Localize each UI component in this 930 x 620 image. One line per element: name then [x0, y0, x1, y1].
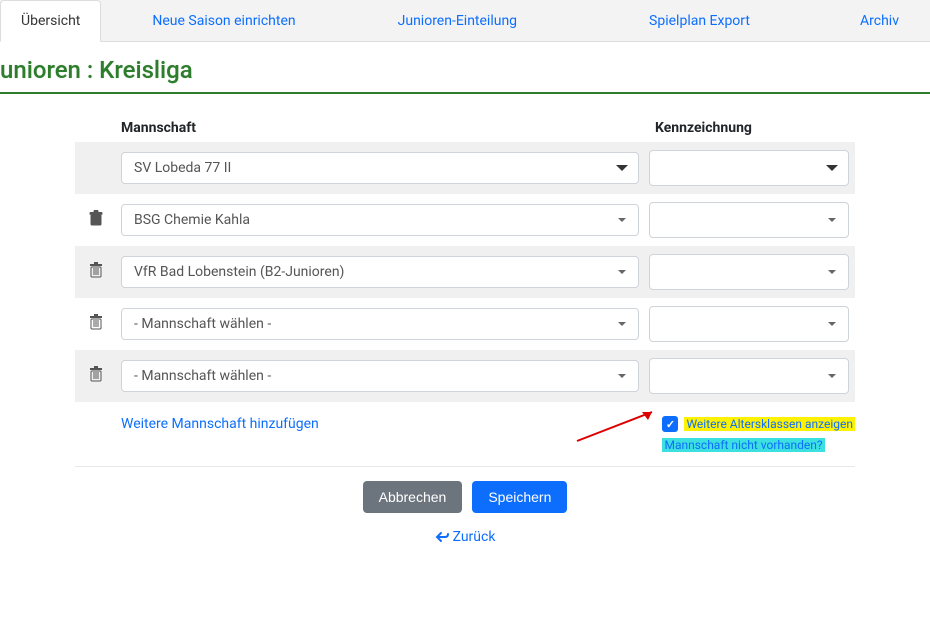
- tab-bar: Übersicht Neue Saison einrichten Juniore…: [0, 0, 930, 42]
- save-button[interactable]: Speichern: [472, 481, 567, 513]
- add-team-link[interactable]: Weitere Mannschaft hinzufügen: [121, 416, 319, 452]
- team-select[interactable]: SV Lobeda 77 II: [121, 152, 639, 184]
- team-select[interactable]: VfR Bad Lobenstein (B2-Junioren): [121, 256, 639, 288]
- kenn-select[interactable]: [649, 306, 849, 342]
- kenn-select[interactable]: [649, 254, 849, 290]
- cancel-button[interactable]: Abbrechen: [363, 481, 463, 513]
- add-team-row: Weitere Mannschaft hinzufügen ✓ Weitere …: [75, 402, 855, 467]
- show-ageclasses-label: Weitere Altersklassen anzeigen: [684, 417, 855, 431]
- table-row: BSG Chemie Kahla: [75, 194, 855, 246]
- table-row: SV Lobeda 77 II: [75, 142, 855, 194]
- back-label: Zurück: [453, 529, 496, 545]
- back-icon: [435, 531, 449, 543]
- tab-overview[interactable]: Übersicht: [0, 0, 101, 42]
- kenn-select[interactable]: [649, 358, 849, 394]
- table-header: Mannschaft Kennzeichnung: [75, 114, 855, 142]
- page-title: unioren : Kreisliga: [0, 42, 930, 94]
- table-row: - Mannschaft wählen -: [75, 350, 855, 402]
- table-row: VfR Bad Lobenstein (B2-Junioren): [75, 246, 855, 298]
- tab-spielplan[interactable]: Spielplan Export: [628, 0, 771, 41]
- trash-icon[interactable]: [89, 314, 103, 334]
- tab-juniors[interactable]: Junioren-Einteilung: [377, 0, 538, 41]
- team-select[interactable]: - Mannschaft wählen -: [121, 360, 639, 392]
- back-link[interactable]: Zurück: [75, 519, 855, 555]
- show-ageclasses-checkbox[interactable]: ✓: [662, 416, 678, 432]
- header-kenn: Kennzeichnung: [655, 120, 855, 136]
- trash-icon[interactable]: [89, 210, 103, 230]
- trash-icon[interactable]: [89, 366, 103, 386]
- team-select[interactable]: - Mannschaft wählen -: [121, 308, 639, 340]
- arrow-annotation: [572, 406, 662, 446]
- table-row: - Mannschaft wählen -: [75, 298, 855, 350]
- tab-new-season[interactable]: Neue Saison einrichten: [131, 0, 316, 41]
- kenn-select[interactable]: [649, 150, 849, 186]
- team-missing-link[interactable]: Mannschaft nicht vorhanden?: [662, 438, 824, 452]
- trash-icon[interactable]: [89, 262, 103, 282]
- tab-archive[interactable]: Archiv: [839, 0, 920, 41]
- kenn-select[interactable]: [649, 202, 849, 238]
- header-team: Mannschaft: [115, 120, 655, 136]
- team-select[interactable]: BSG Chemie Kahla: [121, 204, 639, 236]
